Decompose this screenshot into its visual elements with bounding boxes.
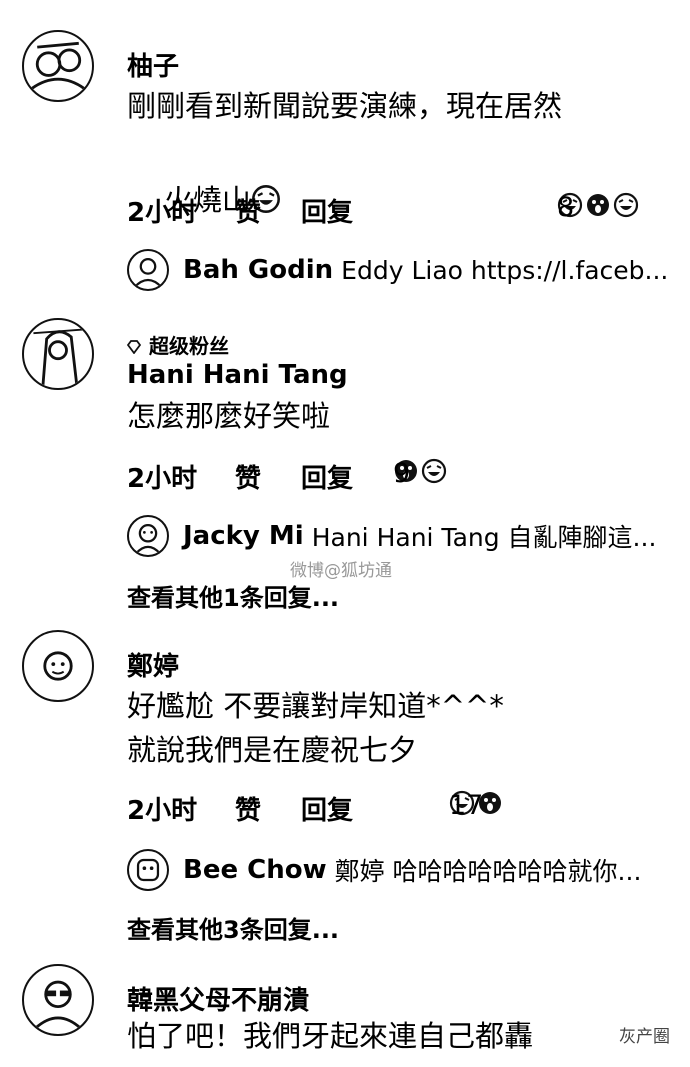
commenter-name[interactable]: Hani Hani Tang [127, 360, 348, 390]
comment-text-line: 剛剛看到新聞說要演練，現在居然 [127, 89, 563, 123]
reply-avatar [127, 249, 169, 291]
like-button[interactable]: 赞 [235, 458, 261, 495]
reaction-count: 8 [557, 192, 575, 223]
commenter-name[interactable]: 柚子 [127, 46, 179, 83]
comment: 超级粉丝 Hani Hani Tang 怎麼那麼好笑啦 2小时 赞 回复 9 J… [0, 300, 690, 620]
reply-preview[interactable]: Bee Chow 鄭婷 哈哈哈哈哈哈哈就你... [127, 848, 641, 892]
comment: 韓黑父母不崩潰 怕了吧！我們牙起來連自己都轟 [0, 950, 690, 1067]
reply-preview[interactable]: Bah Godin Eddy Liao https://l.faceb... [127, 248, 668, 292]
reply-avatar [127, 515, 169, 557]
comment-time: 2小时 [127, 796, 198, 826]
avatar[interactable] [22, 30, 94, 102]
reply-author[interactable]: Bee Chow [183, 855, 327, 885]
comment-actions: 2小时 赞 回复 17 [127, 790, 660, 830]
comment-text-line: 怎麼那麼好笑啦 [127, 399, 331, 433]
badge-label: 超级粉丝 [149, 334, 229, 358]
view-more-replies-link[interactable]: 查看其他1条回复... [127, 578, 339, 613]
reply-button[interactable]: 回复 [301, 790, 353, 827]
reaction-summary[interactable]: 17 [449, 790, 503, 821]
reaction-summary[interactable]: 9 [393, 458, 447, 489]
reply-text: Eddy Liao https://l.faceb... [341, 255, 669, 285]
comment: 柚子 剛剛看到新聞說要演練，現在居然 火燒山 2小时 赞 回复 8 Bah Go… [0, 0, 690, 300]
avatar[interactable] [22, 964, 94, 1036]
wow-emoji-icon [587, 194, 609, 216]
reply-avatar [127, 849, 169, 891]
view-more-replies-link[interactable]: 查看其他3条回复... [127, 910, 339, 945]
comment-time: 2小时 [127, 198, 198, 228]
reaction-summary[interactable]: 8 [557, 192, 639, 223]
comment-actions: 2小时 赞 回复 9 [127, 458, 660, 498]
diamond-icon [127, 340, 141, 354]
avatar[interactable] [22, 318, 94, 390]
avatar[interactable] [22, 630, 94, 702]
watermark-brand-text: 灰产圈 [619, 1027, 670, 1047]
laugh-emoji-icon [613, 192, 639, 218]
comment-actions: 2小时 赞 回复 8 [127, 192, 660, 232]
reply-text: 鄭婷 哈哈哈哈哈哈哈就你... [334, 857, 642, 886]
laugh-emoji-icon [421, 458, 447, 484]
comment-time: 2小时 [127, 464, 198, 494]
comment-text-line: 好尷尬 不要讓對岸知道*^^* [127, 689, 504, 723]
comment-text-line: 就說我們是在慶祝七夕 [127, 733, 418, 767]
reply-button[interactable]: 回复 [301, 192, 353, 229]
reply-preview[interactable]: Jacky Mi Hani Hani Tang 自亂陣腳這... [127, 514, 656, 558]
like-button[interactable]: 赞 [235, 192, 261, 229]
comment-text-line: 怕了吧！我們牙起來連自己都轟 [127, 1019, 534, 1053]
watermark-brand: 灰产圈 [619, 1022, 670, 1047]
commenter-name[interactable]: 鄭婷 [127, 646, 179, 683]
like-button[interactable]: 赞 [235, 790, 261, 827]
reply-author[interactable]: Jacky Mi [183, 521, 304, 551]
reaction-count: 9 [393, 458, 411, 489]
reply-text: Hani Hani Tang 自亂陣腳這... [311, 523, 657, 552]
reaction-count: 17 [449, 790, 484, 821]
reply-author[interactable]: Bah Godin [183, 255, 333, 285]
super-fan-badge: 超级粉丝 [127, 330, 229, 359]
comment: 鄭婷 好尷尬 不要讓對岸知道*^^* 就說我們是在慶祝七夕 2小时 赞 回复 1… [0, 620, 690, 950]
reply-button[interactable]: 回复 [301, 458, 353, 495]
